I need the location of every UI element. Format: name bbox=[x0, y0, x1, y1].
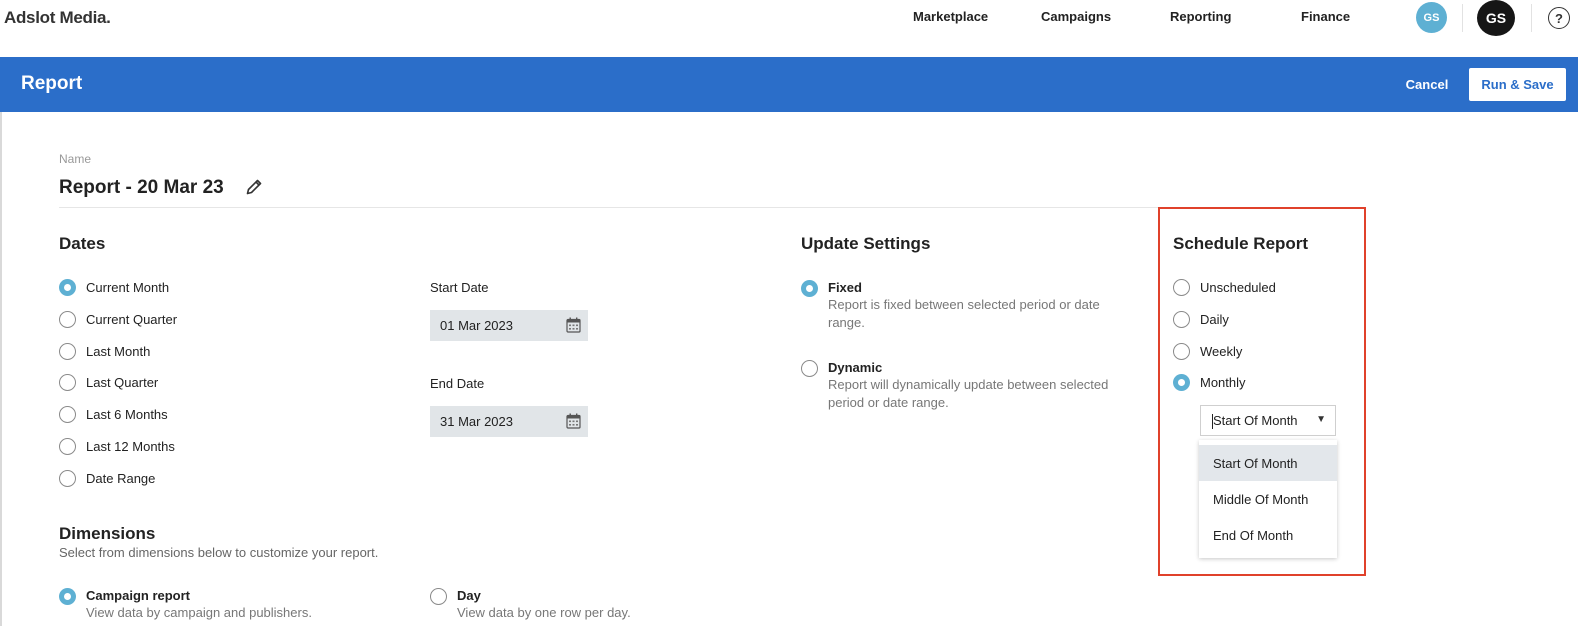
date-option-current-month[interactable]: Current Month bbox=[59, 279, 169, 296]
radio-button[interactable] bbox=[59, 438, 76, 455]
schedule-option-monthly[interactable]: Monthly bbox=[1173, 374, 1246, 391]
update-settings-title: Update Settings bbox=[801, 234, 931, 253]
user-avatar-small[interactable]: GS bbox=[1416, 2, 1447, 33]
option-description: View data by one row per day. bbox=[457, 605, 631, 620]
nav-finance[interactable]: Finance bbox=[1301, 9, 1350, 24]
radio-label: Last 12 Months bbox=[86, 439, 175, 454]
end-date-input[interactable]: 31 Mar 2023 bbox=[430, 406, 588, 437]
radio-label: Current Quarter bbox=[86, 312, 178, 327]
calendar-icon[interactable] bbox=[566, 413, 581, 429]
nav-reporting[interactable]: Reporting bbox=[1170, 9, 1231, 24]
monthly-timing-select[interactable]: Start Of Month ▼ bbox=[1200, 405, 1336, 436]
name-label: Name bbox=[59, 152, 92, 166]
radio-button[interactable] bbox=[801, 360, 818, 377]
run-and-save-button[interactable]: Run & Save bbox=[1469, 68, 1566, 101]
monthly-timing-dropdown: Start Of Month Middle Of Month End Of Mo… bbox=[1199, 440, 1337, 558]
radio-button-checked[interactable] bbox=[801, 280, 818, 297]
radio-button[interactable] bbox=[59, 343, 76, 360]
radio-button-checked[interactable] bbox=[59, 279, 76, 296]
option-title: Campaign report bbox=[86, 588, 191, 603]
calendar-icon[interactable] bbox=[566, 317, 581, 333]
dropdown-option-start-of-month[interactable]: Start Of Month bbox=[1199, 445, 1337, 481]
option-title: Dynamic bbox=[828, 360, 883, 375]
radio-button-checked[interactable] bbox=[59, 588, 76, 605]
radio-label: Daily bbox=[1200, 312, 1229, 327]
update-option-fixed[interactable]: Fixed Report is fixed between selected p… bbox=[801, 279, 1133, 332]
nav-campaigns[interactable]: Campaigns bbox=[1041, 9, 1111, 24]
end-date-value: 31 Mar 2023 bbox=[440, 414, 513, 429]
select-value: Start Of Month bbox=[1213, 413, 1298, 428]
radio-label: Weekly bbox=[1200, 344, 1243, 359]
help-icon[interactable]: ? bbox=[1548, 7, 1570, 29]
date-option-date-range[interactable]: Date Range bbox=[59, 470, 155, 487]
schedule-option-unscheduled[interactable]: Unscheduled bbox=[1173, 279, 1276, 296]
radio-label: Last 6 Months bbox=[86, 407, 168, 422]
schedule-option-daily[interactable]: Daily bbox=[1173, 311, 1229, 328]
radio-button[interactable] bbox=[430, 588, 447, 605]
radio-button[interactable] bbox=[59, 470, 76, 487]
start-date-label: Start Date bbox=[430, 280, 489, 295]
report-header-bar: Report Cancel Run & Save bbox=[0, 57, 1578, 112]
schedule-report-title: Schedule Report bbox=[1173, 234, 1309, 253]
radio-label: Date Range bbox=[86, 471, 156, 486]
option-title: Day bbox=[457, 588, 481, 603]
text-cursor bbox=[1212, 414, 1213, 429]
start-date-input[interactable]: 01 Mar 2023 bbox=[430, 310, 588, 341]
date-option-current-quarter[interactable]: Current Quarter bbox=[59, 311, 177, 328]
radio-label: Last Month bbox=[86, 344, 151, 359]
dimensions-title: Dimensions bbox=[59, 524, 156, 543]
radio-button-checked[interactable] bbox=[1173, 374, 1190, 391]
start-date-value: 01 Mar 2023 bbox=[440, 318, 513, 333]
date-option-last-6-months[interactable]: Last 6 Months bbox=[59, 406, 168, 423]
dropdown-arrow-icon[interactable]: ▼ bbox=[1316, 414, 1326, 425]
radio-label: Last Quarter bbox=[86, 375, 159, 390]
report-name: Report - 20 Mar 23 bbox=[59, 177, 224, 198]
radio-label: Current Month bbox=[86, 280, 170, 295]
content-border bbox=[0, 112, 2, 626]
divider bbox=[59, 207, 1159, 208]
page-title: Report bbox=[21, 73, 83, 94]
radio-button[interactable] bbox=[59, 311, 76, 328]
dropdown-option-middle-of-month[interactable]: Middle Of Month bbox=[1199, 481, 1337, 517]
radio-button[interactable] bbox=[1173, 343, 1190, 360]
date-option-last-quarter[interactable]: Last Quarter bbox=[59, 374, 158, 391]
option-description: Report will dynamically update between s… bbox=[828, 377, 1109, 410]
option-description: View data by campaign and publishers. bbox=[86, 605, 312, 620]
update-option-dynamic[interactable]: Dynamic Report will dynamically update b… bbox=[801, 359, 1133, 412]
top-navigation: Adslot Media. Marketplace Campaigns Repo… bbox=[0, 0, 1578, 57]
date-option-last-month[interactable]: Last Month bbox=[59, 343, 150, 360]
dates-title: Dates bbox=[59, 234, 106, 253]
account-avatar[interactable]: GS bbox=[1477, 0, 1515, 36]
radio-label: Unscheduled bbox=[1200, 280, 1276, 295]
dropdown-option-end-of-month[interactable]: End Of Month bbox=[1199, 517, 1337, 553]
radio-label: Monthly bbox=[1200, 375, 1246, 390]
cancel-button[interactable]: Cancel bbox=[1392, 68, 1462, 100]
dimension-option-campaign-report[interactable]: Campaign report View data by campaign an… bbox=[59, 587, 391, 622]
radio-button[interactable] bbox=[59, 374, 76, 391]
option-description: Report is fixed between selected period … bbox=[828, 297, 1100, 330]
pencil-edit-icon[interactable] bbox=[244, 177, 264, 197]
option-title: Fixed bbox=[828, 280, 862, 295]
nav-divider bbox=[1531, 4, 1532, 32]
nav-divider bbox=[1462, 4, 1463, 32]
radio-button[interactable] bbox=[1173, 279, 1190, 296]
end-date-label: End Date bbox=[430, 376, 485, 391]
radio-button[interactable] bbox=[59, 406, 76, 423]
nav-marketplace[interactable]: Marketplace bbox=[913, 9, 988, 24]
brand-logo[interactable]: Adslot Media. bbox=[4, 8, 111, 28]
dimension-option-day[interactable]: Day View data by one row per day. bbox=[430, 587, 762, 622]
schedule-option-weekly[interactable]: Weekly bbox=[1173, 343, 1242, 360]
dimensions-subtitle: Select from dimensions below to customiz… bbox=[59, 545, 379, 560]
date-option-last-12-months[interactable]: Last 12 Months bbox=[59, 438, 175, 455]
radio-button[interactable] bbox=[1173, 311, 1190, 328]
